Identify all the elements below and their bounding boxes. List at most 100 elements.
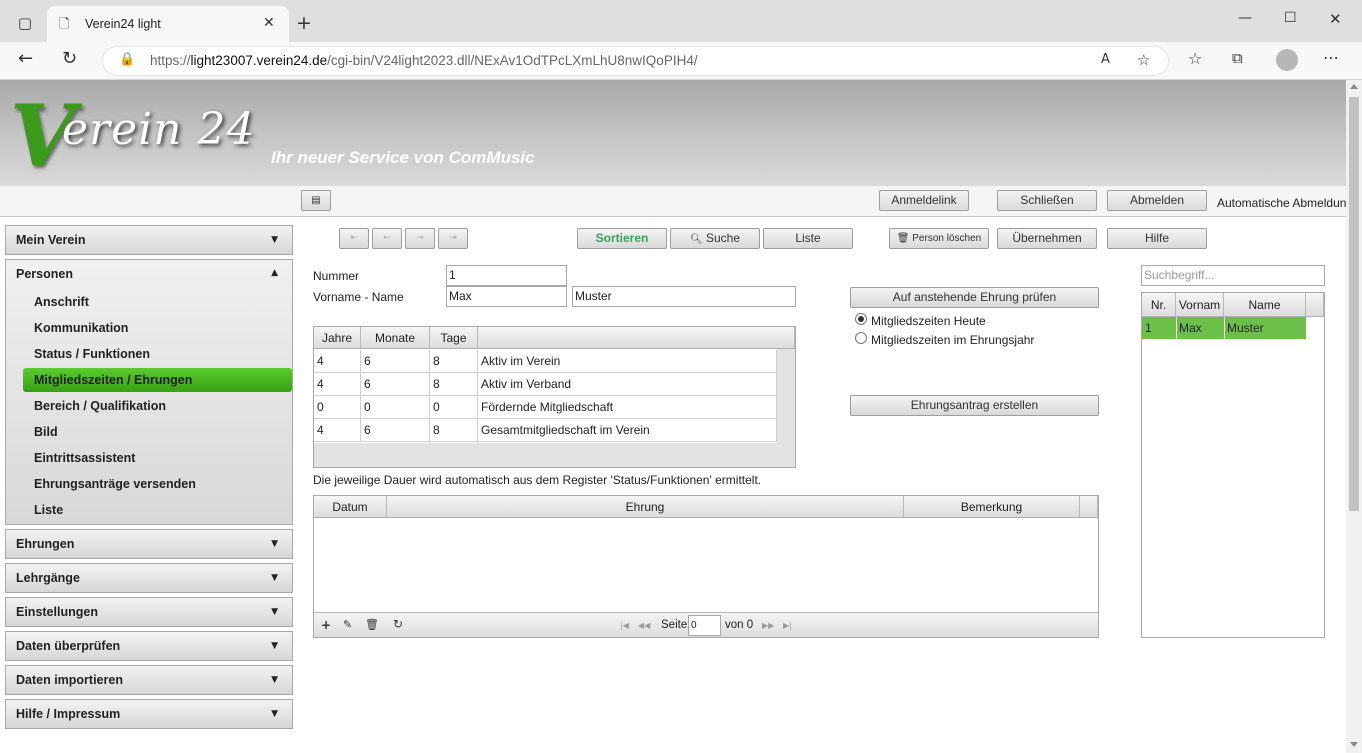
delete-icon[interactable]: 🗑︎ [365,618,379,631]
next-record-button[interactable]: → [405,228,435,249]
cell-name: Muster [1227,321,1264,335]
nav-item-anschrift[interactable]: Anschrift [34,295,89,309]
vorname-field[interactable]: Max [446,286,567,307]
radio-today[interactable] [855,313,867,325]
column-header-ehrung[interactable]: Ehrung [387,496,904,518]
nav-label: Mein Verein [16,233,86,247]
help-button[interactable]: Hilfe [1107,228,1207,249]
url-prefix: https:// [150,53,191,68]
collections-icon[interactable]: ⧉ [1232,49,1243,67]
last-record-button[interactable]: ⇥ [438,228,468,249]
nav-item-bereich[interactable]: Bereich / Qualifikation [34,399,166,413]
nav-item-mitgliedszeiten[interactable]: Mitgliedszeiten / Ehrungen [34,373,192,387]
nav-item-eintrittsassistent[interactable]: Eintrittsassistent [34,451,135,465]
close-tab-icon[interactable]: ✕ [263,15,275,31]
column-header-blank [1306,293,1324,317]
nav-daten-pruefen[interactable]: Daten überprüfen ▼ [5,631,293,661]
nav-item-status[interactable]: Status / Funktionen [34,347,150,361]
create-honor-request-button[interactable]: Ehrungsantrag erstellen [850,395,1099,416]
anmeldelink-button[interactable]: Anmeldelink [879,190,969,211]
nav-einstellungen[interactable]: Einstellungen ▼ [5,597,293,627]
back-icon[interactable]: ← [18,48,33,69]
radio-year[interactable] [855,332,867,344]
more-menu-icon[interactable]: ⋯ [1323,48,1339,67]
radio-dot [858,316,864,322]
prev-record-button[interactable]: ← [372,228,402,249]
nav-item-ehrungsantraege[interactable]: Ehrungsanträge versenden [34,477,196,491]
close-window-icon[interactable]: ✕ [1329,10,1342,28]
nav-hilfe-impressum[interactable]: Hilfe / Impressum ▼ [5,699,293,729]
radio-today-label[interactable]: Mitgliedszeiten Heute [871,314,986,328]
table-row[interactable]: 1 Max Muster [1142,317,1306,339]
nav-item-bild[interactable]: Bild [34,425,58,439]
nav-daten-importieren[interactable]: Daten importieren ▼ [5,665,293,695]
read-aloud-icon[interactable]: A [1101,52,1110,67]
first-record-button[interactable]: ⇤ [339,228,369,249]
last-page-icon[interactable]: ▶| [783,621,792,630]
add-icon[interactable]: + [321,618,331,632]
column-header-vorname[interactable]: Vornam [1176,293,1224,317]
table-cell: 4 [314,373,361,396]
trash-icon: 🗑︎ [896,233,910,244]
favorites-icon[interactable]: ☆ [1188,49,1202,68]
scroll-up-icon[interactable] [1350,84,1358,89]
url-field[interactable]: 🔒 https://light23007.verein24.de/cgi-bin… [102,46,1169,76]
column-header-blank [478,327,795,349]
apply-button[interactable]: Übernehmen [997,228,1097,249]
scroll-thumb[interactable] [1349,97,1359,511]
column-header-name[interactable]: Name [1224,293,1306,317]
list-button[interactable]: Liste [763,228,853,249]
nav-lehrgaenge[interactable]: Lehrgänge ▼ [5,563,293,593]
chevron-down-icon: ▼ [271,235,278,245]
check-honor-button[interactable]: Auf anstehende Ehrung prüfen [850,287,1099,308]
page-scrollbar[interactable] [1346,80,1362,753]
page-number-field[interactable]: 0 [688,615,721,636]
search-input[interactable]: Suchbegriff... [1141,265,1325,286]
add-favorite-icon[interactable]: ☆ [1137,51,1150,69]
profile-avatar[interactable] [1276,49,1298,71]
column-header-nr[interactable]: Nr. [1142,293,1176,317]
menu-toggle-button[interactable]: ▤ [301,190,331,211]
edit-icon[interactable]: ✎ [343,618,352,631]
refresh-icon[interactable]: ↻ [393,617,403,631]
radio-year-label[interactable]: Mitgliedszeiten im Ehrungsjahr [871,333,1034,347]
sidebar-toggle-icon[interactable]: ▢ [14,14,36,32]
honor-grid: Datum Ehrung Bemerkung + ✎ 🗑︎ ↻ |◀ ◀◀ Se… [313,495,1099,638]
search-icon: 🔍︎ [689,234,703,245]
column-header-bemerkung[interactable]: Bemerkung [904,496,1080,518]
search-button[interactable]: 🔍︎ Suche [670,228,760,249]
column-header-datum[interactable]: Datum [314,496,387,518]
minimize-icon[interactable]: — [1238,10,1252,26]
sort-button[interactable]: Sortieren [577,228,667,249]
honor-grid-pager: + ✎ 🗑︎ ↻ |◀ ◀◀ Seite 0 von 0 ▶▶ ▶| [314,612,1098,637]
table-cell: Aktiv im Verband [478,373,777,396]
column-header-tage[interactable]: Tage [430,327,478,349]
reload-icon[interactable]: ↻ [62,48,77,69]
column-header-jahre[interactable]: Jahre [314,327,361,349]
nav-label: Daten überprüfen [16,639,121,653]
next-page-icon[interactable]: ▶▶ [762,621,774,630]
browser-tab[interactable]: 🗋 Verein24 light ✕ [47,6,289,42]
lock-icon: 🔒 [119,52,136,67]
maximize-icon[interactable]: ☐ [1284,10,1297,26]
delete-person-label: Person löschen [912,233,982,244]
scroll-down-icon[interactable] [1350,742,1358,747]
nav-item-liste[interactable]: Liste [34,503,63,517]
row-divider [1176,317,1177,339]
nachname-field[interactable]: Muster [572,286,796,307]
logout-button[interactable]: Abmelden [1107,190,1207,211]
nav-item-kommunikation[interactable]: Kommunikation [34,321,128,335]
duration-note: Die jeweilige Dauer wird automatisch aus… [313,473,762,487]
column-header-monate[interactable]: Monate [361,327,430,349]
table-cell: 4 [314,350,361,373]
delete-person-button[interactable]: 🗑︎ Person löschen [889,228,989,249]
nav-personen[interactable]: Personen ▲ [16,267,286,285]
nav-mein-verein[interactable]: Mein Verein ▼ [5,225,293,255]
close-button[interactable]: Schließen [997,190,1097,211]
new-tab-icon[interactable]: + [296,12,312,34]
first-page-icon[interactable]: |◀ [620,621,629,630]
table-cell: 8 [430,350,478,373]
nav-ehrungen[interactable]: Ehrungen ▼ [5,529,293,559]
prev-page-icon[interactable]: ◀◀ [638,621,650,630]
nummer-field[interactable]: 1 [446,265,567,286]
